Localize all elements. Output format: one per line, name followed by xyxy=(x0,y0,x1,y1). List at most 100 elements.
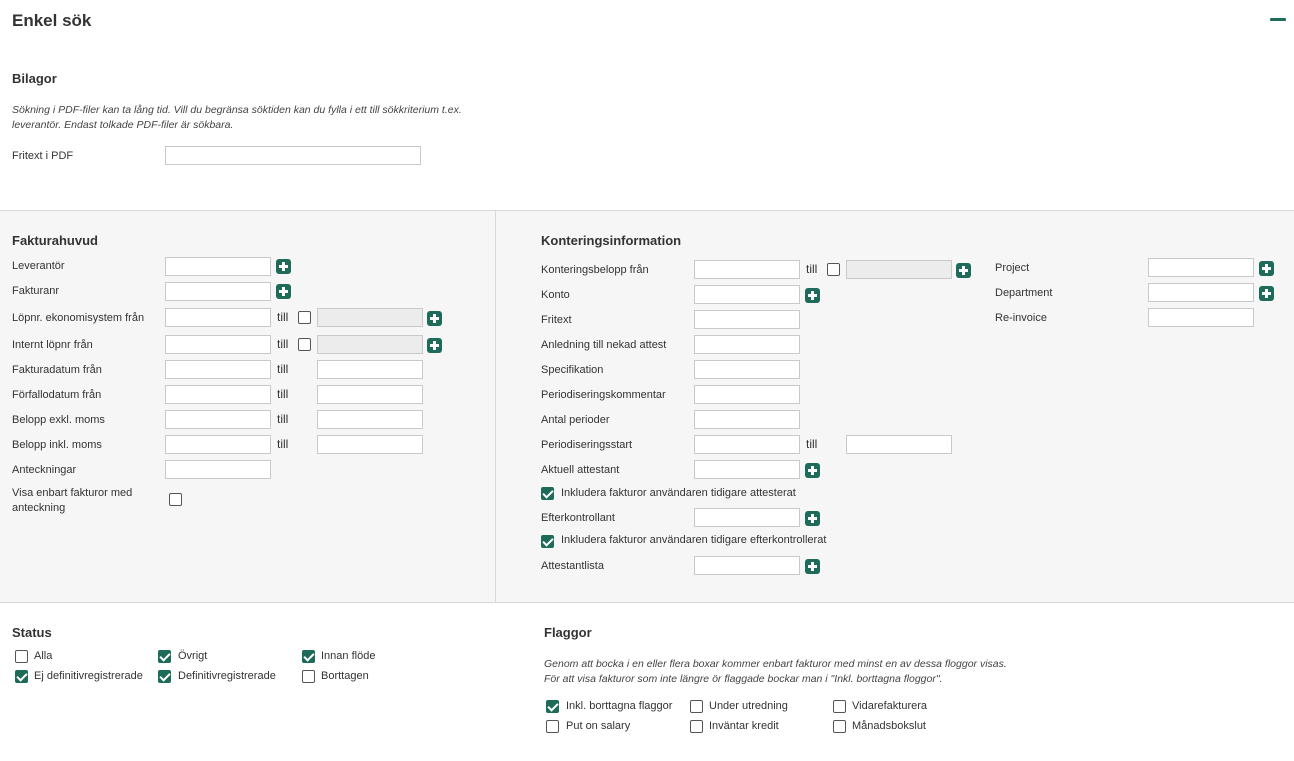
konteringsbelopp-range-checkbox[interactable] xyxy=(827,263,840,276)
add-efterkontrollant-icon[interactable] xyxy=(805,511,820,526)
add-konteringsbelopp-icon[interactable] xyxy=(956,263,971,278)
belopp-exkl-to-input[interactable] xyxy=(317,410,423,429)
fakturadatum-to-input[interactable] xyxy=(317,360,423,379)
flagga-put-on-salary-label: Put on salary xyxy=(566,720,631,732)
periodkommentar-input[interactable] xyxy=(694,385,800,404)
add-konto-icon[interactable] xyxy=(805,288,820,303)
add-leverantor-icon[interactable] xyxy=(276,259,291,274)
add-fakturanr-icon[interactable] xyxy=(276,284,291,299)
flagga-put-on-salary-checkbox[interactable] xyxy=(546,720,559,733)
forfallodatum-to-input[interactable] xyxy=(317,385,423,404)
reinvoice-input[interactable] xyxy=(1148,308,1254,327)
konteringsbelopp-from-input[interactable] xyxy=(694,260,800,279)
add-attestantlista-icon[interactable] xyxy=(805,559,820,574)
flagga-vidarefakturera-checkbox[interactable] xyxy=(833,700,846,713)
bilagor-note-line2: leverantör. Endast tolkade PDF-filer är … xyxy=(12,119,234,131)
flagga-manadsbokslut-checkbox[interactable] xyxy=(833,720,846,733)
forfallodatum-from-input[interactable] xyxy=(165,385,271,404)
anledning-label: Anledning till nekad attest xyxy=(541,339,667,351)
lopnr-range-checkbox[interactable] xyxy=(298,311,311,324)
belopp-inkl-to-input[interactable] xyxy=(317,435,423,454)
inkl-efterkontrollerat-checkbox[interactable] xyxy=(541,535,554,548)
flaggor-title: Flaggor xyxy=(544,625,592,640)
status-alla-checkbox[interactable] xyxy=(15,650,28,663)
periodkommentar-label: Periodiseringskommentar xyxy=(541,389,666,401)
fakturanr-input[interactable] xyxy=(165,282,271,301)
status-borttagen-checkbox[interactable] xyxy=(302,670,315,683)
specifikation-label: Specifikation xyxy=(541,364,604,376)
belopp-inkl-from-input[interactable] xyxy=(165,435,271,454)
kontering-title: Konteringsinformation xyxy=(541,233,682,248)
flagga-invantar-kredit-checkbox[interactable] xyxy=(690,720,703,733)
antal-perioder-input[interactable] xyxy=(694,410,800,429)
add-lopnr-icon[interactable] xyxy=(427,311,442,326)
fakturahuvud-title: Fakturahuvud xyxy=(12,233,98,248)
attestantlista-label: Attestantlista xyxy=(541,560,604,572)
add-internt-lopnr-icon[interactable] xyxy=(427,338,442,353)
attestantlista-input[interactable] xyxy=(694,556,800,575)
status-def-label: Definitivregistrerade xyxy=(178,670,276,682)
flagga-vidarefakturera-label: Vidarefakturera xyxy=(852,700,928,712)
internt-lopnr-to-input[interactable] xyxy=(317,335,423,354)
efterkontrollant-input[interactable] xyxy=(694,508,800,527)
internt-till-label: till xyxy=(277,337,289,351)
attestant-input[interactable] xyxy=(694,460,800,479)
anteckningar-input[interactable] xyxy=(165,460,271,479)
flaggor-note-line2: För att visa fakturor som inte längre ör… xyxy=(544,673,943,685)
periodstart-from-input[interactable] xyxy=(694,435,800,454)
anteckningar-label: Anteckningar xyxy=(12,464,77,476)
inkl-efterkontrollerat-label: Inkludera fakturor användaren tidigare e… xyxy=(561,534,827,546)
fritext-label: Fritext xyxy=(541,314,572,326)
visa-anteckning-checkbox[interactable] xyxy=(169,493,182,506)
internt-lopnr-from-input[interactable] xyxy=(165,335,271,354)
inkl-attesterat-checkbox[interactable] xyxy=(541,487,554,500)
konto-label: Konto xyxy=(541,289,570,301)
flagga-inkl-borttagna-label: Inkl. borttagna flaggor xyxy=(566,700,673,712)
konteringsbelopp-to-input[interactable] xyxy=(846,260,952,279)
belopp-exkl-from-input[interactable] xyxy=(165,410,271,429)
fritext-input[interactable] xyxy=(694,310,800,329)
flagga-under-utredning-checkbox[interactable] xyxy=(690,700,703,713)
lopnr-to-input[interactable] xyxy=(317,308,423,327)
flaggor-note-line1: Genom att bocka i en eller flera boxar k… xyxy=(544,658,1007,670)
flagga-inkl-borttagna-checkbox[interactable] xyxy=(546,700,559,713)
anledning-input[interactable] xyxy=(694,335,800,354)
status-ej-def-checkbox[interactable] xyxy=(15,670,28,683)
add-project-icon[interactable] xyxy=(1259,261,1274,276)
status-ovrigt-checkbox[interactable] xyxy=(158,650,171,663)
antal-perioder-label: Antal perioder xyxy=(541,414,610,426)
lopnr-label: Löpnr. ekonomisystem från xyxy=(12,312,145,324)
fritext-pdf-input[interactable] xyxy=(165,146,421,165)
inkl-attesterat-label: Inkludera fakturor användaren tidigare a… xyxy=(561,487,796,499)
status-title: Status xyxy=(12,625,52,640)
add-attestant-icon[interactable] xyxy=(805,463,820,478)
internt-range-checkbox[interactable] xyxy=(298,338,311,351)
add-department-icon[interactable] xyxy=(1259,286,1274,301)
fakturanr-label: Fakturanr xyxy=(12,285,60,297)
fakturadatum-till-label: till xyxy=(277,362,289,376)
periodstart-till-label: till xyxy=(806,437,818,451)
lopnr-till-label: till xyxy=(277,310,289,324)
periodstart-to-input[interactable] xyxy=(846,435,952,454)
status-ej-def-label: Ej definitivregistrerade xyxy=(34,670,143,682)
collapse-icon[interactable] xyxy=(1270,18,1286,21)
konto-input[interactable] xyxy=(694,285,800,304)
panel-divider xyxy=(495,211,496,602)
fakturadatum-label: Fakturadatum från xyxy=(12,364,102,376)
bilagor-title: Bilagor xyxy=(12,71,57,86)
visa-anteckning-label-line2: anteckning xyxy=(12,502,66,514)
department-label: Department xyxy=(995,287,1053,299)
specifikation-input[interactable] xyxy=(694,360,800,379)
status-borttagen-label: Borttagen xyxy=(321,670,369,682)
status-innan-flode-checkbox[interactable] xyxy=(302,650,315,663)
project-input[interactable] xyxy=(1148,258,1254,277)
leverantor-label: Leverantör xyxy=(12,260,65,272)
status-innan-flode-label: Innan flöde xyxy=(321,650,376,662)
fakturadatum-from-input[interactable] xyxy=(165,360,271,379)
department-input[interactable] xyxy=(1148,283,1254,302)
internt-lopnr-label: Internt löpnr från xyxy=(12,339,93,351)
status-def-checkbox[interactable] xyxy=(158,670,171,683)
reinvoice-label: Re-invoice xyxy=(995,312,1047,324)
lopnr-from-input[interactable] xyxy=(165,308,271,327)
leverantor-input[interactable] xyxy=(165,257,271,276)
